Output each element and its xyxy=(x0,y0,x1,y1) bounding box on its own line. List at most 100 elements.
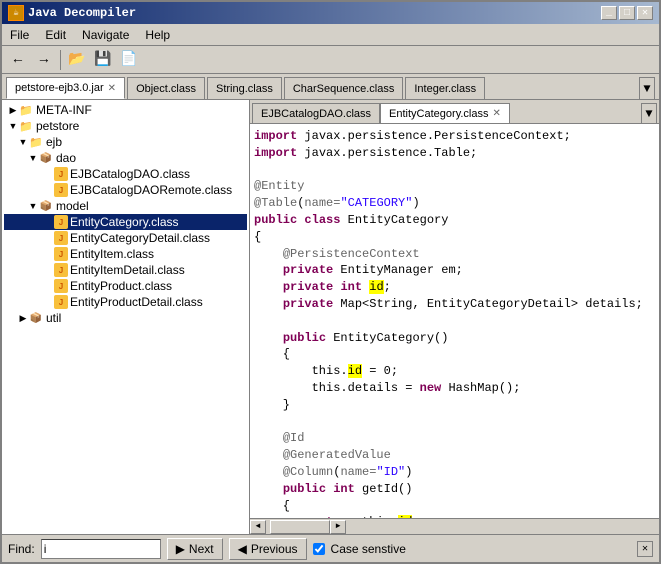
code-line-10: private int id; xyxy=(254,279,655,296)
tree-label-util: util xyxy=(46,311,61,325)
file-tree[interactable]: ▶ 📁 META-INF ▼ 📁 petstore ▼ 📁 ejb xyxy=(2,100,249,534)
toolbar-separator xyxy=(60,50,61,70)
code-line-17: } xyxy=(254,397,655,414)
tree-item-ejbcatalogdaoremote[interactable]: J EJBCatalogDAORemote.class xyxy=(4,182,247,198)
toolbar: ← → 📂 💾 📄 xyxy=(2,46,659,74)
main-window: ☕ Java Decompiler _ □ ✕ File Edit Naviga… xyxy=(0,0,661,564)
toggle-metainf[interactable]: ▶ xyxy=(8,105,18,116)
scroll-thumb-h[interactable] xyxy=(270,520,330,534)
toggle-model[interactable]: ▼ xyxy=(28,201,38,211)
inner-tab-ejbcatalogdao[interactable]: EJBCatalogDAO.class xyxy=(252,103,380,123)
tree-item-petstore[interactable]: ▼ 📁 petstore xyxy=(4,118,247,134)
tree-item-entitycategorydetail[interactable]: J EntityCategoryDetail.class xyxy=(4,230,247,246)
back-button[interactable]: ← xyxy=(6,49,30,71)
menu-file[interactable]: File xyxy=(6,27,33,43)
tree-item-util[interactable]: ▶ 📦 util xyxy=(4,310,247,326)
case-sensitive-checkbox[interactable] xyxy=(313,543,325,555)
close-window-button[interactable]: ✕ xyxy=(637,6,653,20)
tree-item-model[interactable]: ▼ 📦 model xyxy=(4,198,247,214)
horizontal-scrollbar[interactable]: ◄ ► xyxy=(250,518,659,534)
code-line-7: { xyxy=(254,229,655,246)
tree-label-entityitem: EntityItem.class xyxy=(70,247,154,261)
find-input[interactable] xyxy=(41,539,161,559)
toggle-petstore[interactable]: ▼ xyxy=(8,121,18,131)
inner-tab-entitycategory[interactable]: EntityCategory.class ✕ xyxy=(380,103,510,123)
outer-tab-dropdown[interactable]: ▼ xyxy=(639,77,655,99)
left-panel: ▶ 📁 META-INF ▼ 📁 petstore ▼ 📁 ejb xyxy=(2,100,250,534)
outer-tab-bar: petstore-ejb3.0.jar ✕ Object.class Strin… xyxy=(2,74,659,100)
inner-tab-dropdown[interactable]: ▼ xyxy=(641,103,657,123)
toggle-dao[interactable]: ▼ xyxy=(28,153,38,163)
title-bar-left: ☕ Java Decompiler xyxy=(8,5,136,21)
code-line-3 xyxy=(254,162,655,179)
outer-tab-jar-close[interactable]: ✕ xyxy=(108,83,116,94)
outer-tab-object[interactable]: Object.class xyxy=(127,77,205,99)
tree-item-entityitemdetail[interactable]: J EntityItemDetail.class xyxy=(4,262,247,278)
open-button[interactable]: 📂 xyxy=(65,49,89,71)
next-button[interactable]: ▶ Next xyxy=(167,538,223,560)
menu-help[interactable]: Help xyxy=(141,27,174,43)
maximize-button[interactable]: □ xyxy=(619,6,635,20)
code-line-20: @GeneratedValue xyxy=(254,447,655,464)
outer-tab-integer[interactable]: Integer.class xyxy=(405,77,485,99)
minimize-button[interactable]: _ xyxy=(601,6,617,20)
forward-button[interactable]: → xyxy=(32,49,56,71)
export-button[interactable]: 📄 xyxy=(117,49,141,71)
next-icon: ▶ xyxy=(176,542,185,556)
outer-tab-string-label: String.class xyxy=(216,83,273,95)
java-icon-entitycategory: J xyxy=(54,215,68,229)
tree-label-model: model xyxy=(56,199,89,213)
code-line-4: @Entity xyxy=(254,178,655,195)
find-bar: Find: ▶ Next ◀ Previous Case senstive ✕ xyxy=(2,534,659,562)
tree-item-ejbcatalogdao[interactable]: J EJBCatalogDAO.class xyxy=(4,166,247,182)
java-icon-entityproductdetail: J xyxy=(54,295,68,309)
tree-item-entityproductdetail[interactable]: J EntityProductDetail.class xyxy=(4,294,247,310)
code-line-12 xyxy=(254,313,655,330)
java-icon-entityproduct: J xyxy=(54,279,68,293)
tree-label-petstore: petstore xyxy=(36,119,79,133)
tree-item-dao[interactable]: ▼ 📦 dao xyxy=(4,150,247,166)
code-line-9: private EntityManager em; xyxy=(254,262,655,279)
menu-edit[interactable]: Edit xyxy=(41,27,70,43)
code-area[interactable]: import javax.persistence.PersistenceCont… xyxy=(250,124,659,518)
java-icon-entitycategorydetail: J xyxy=(54,231,68,245)
code-line-22: public int getId() xyxy=(254,481,655,498)
previous-button[interactable]: ◀ Previous xyxy=(229,538,307,560)
tree-item-entitycategory[interactable]: J EntityCategory.class xyxy=(4,214,247,230)
window-title: Java Decompiler xyxy=(28,6,136,20)
code-line-2: import javax.persistence.Table; xyxy=(254,145,655,162)
outer-tab-jar[interactable]: petstore-ejb3.0.jar ✕ xyxy=(6,77,125,99)
toggle-util[interactable]: ▶ xyxy=(18,313,28,324)
right-panel: EJBCatalogDAO.class EntityCategory.class… xyxy=(250,100,659,534)
tree-item-entityproduct[interactable]: J EntityProduct.class xyxy=(4,278,247,294)
toggle-ejb[interactable]: ▼ xyxy=(18,137,28,147)
find-label: Find: xyxy=(8,542,35,556)
tree-label-dao: dao xyxy=(56,151,76,165)
find-bar-close-button[interactable]: ✕ xyxy=(637,541,653,557)
scroll-left-button[interactable]: ◄ xyxy=(250,520,266,534)
menu-navigate[interactable]: Navigate xyxy=(78,27,133,43)
prev-icon: ◀ xyxy=(238,542,247,556)
inner-tab-entitycategory-label: EntityCategory.class xyxy=(389,108,488,120)
code-line-15: this.id = 0; xyxy=(254,363,655,380)
app-icon: ☕ xyxy=(8,5,24,21)
scroll-right-button[interactable]: ► xyxy=(330,520,346,534)
outer-tab-string[interactable]: String.class xyxy=(207,77,282,99)
inner-tab-ejbcatalogdao-label: EJBCatalogDAO.class xyxy=(261,108,371,120)
prev-label: Previous xyxy=(251,542,298,556)
inner-tab-bar: EJBCatalogDAO.class EntityCategory.class… xyxy=(250,100,659,124)
inner-tab-entitycategory-close[interactable]: ✕ xyxy=(493,108,501,119)
pkg-icon-model: 📦 xyxy=(38,199,54,213)
tree-item-metainf[interactable]: ▶ 📁 META-INF xyxy=(4,102,247,118)
next-label: Next xyxy=(189,542,214,556)
tree-label-entityproduct: EntityProduct.class xyxy=(70,279,172,293)
folder-icon-ejb: 📁 xyxy=(28,135,44,149)
outer-tab-integer-label: Integer.class xyxy=(414,83,476,95)
tree-label-entityitemdetail: EntityItemDetail.class xyxy=(70,263,185,277)
tree-item-ejb[interactable]: ▼ 📁 ejb xyxy=(4,134,247,150)
tree-item-entityitem[interactable]: J EntityItem.class xyxy=(4,246,247,262)
tree-label-ejb: ejb xyxy=(46,135,62,149)
code-line-11: private Map<String, EntityCategoryDetail… xyxy=(254,296,655,313)
save-button[interactable]: 💾 xyxy=(91,49,115,71)
outer-tab-charsequence[interactable]: CharSequence.class xyxy=(284,77,404,99)
